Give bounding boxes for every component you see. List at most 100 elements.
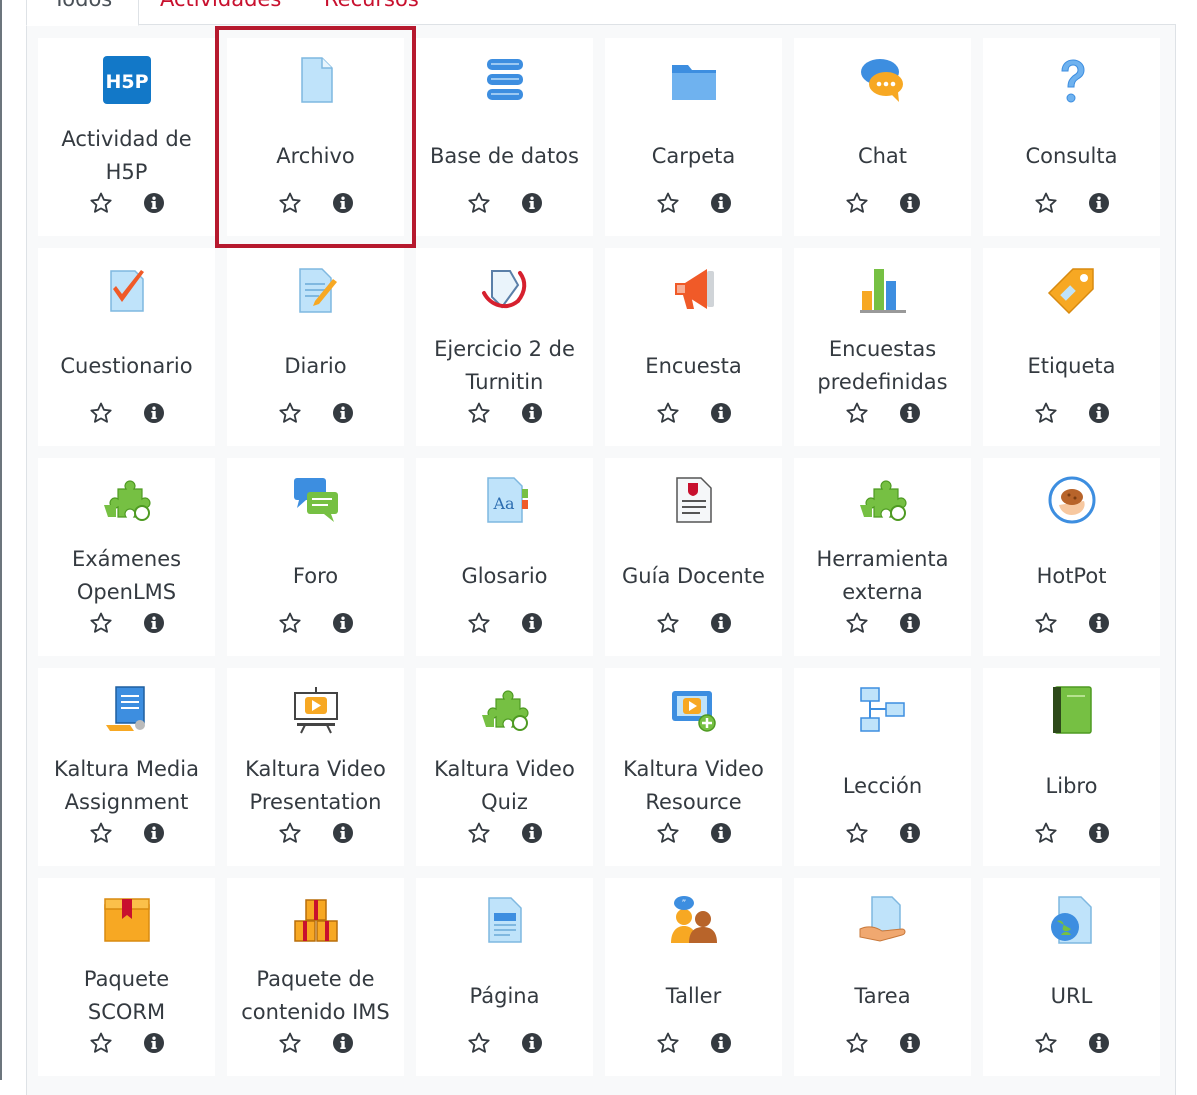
star-icon[interactable] [656,821,680,845]
star-icon[interactable] [89,191,113,215]
info-icon[interactable] [1089,1033,1109,1053]
info-icon[interactable] [522,1033,542,1053]
star-icon[interactable] [845,821,869,845]
module-card-encuestas-predefinidas[interactable]: Encuestas predefinidas [794,248,971,446]
star-icon[interactable] [278,1031,302,1055]
info-icon[interactable] [711,823,731,843]
module-actions [38,191,215,219]
module-card-glosario[interactable]: Aa Glosario [416,458,593,656]
star-icon[interactable] [467,401,491,425]
info-icon[interactable] [333,823,353,843]
star-icon[interactable] [1034,821,1058,845]
info-icon[interactable] [522,193,542,213]
video-resource-icon [669,685,719,735]
info-icon[interactable] [333,193,353,213]
star-icon[interactable] [656,401,680,425]
module-card-pagina[interactable]: Página [416,878,593,1076]
star-icon[interactable] [656,1031,680,1055]
star-icon[interactable] [467,611,491,635]
info-icon[interactable] [144,1033,164,1053]
info-icon[interactable] [144,403,164,423]
info-icon[interactable] [711,403,731,423]
info-icon[interactable] [900,823,920,843]
star-icon[interactable] [845,401,869,425]
info-icon[interactable] [900,613,920,633]
info-icon[interactable] [900,403,920,423]
star-icon[interactable] [278,821,302,845]
module-card-diario[interactable]: Diario [227,248,404,446]
module-card-carpeta[interactable]: Carpeta [605,38,782,236]
module-card-libro[interactable]: Libro [983,668,1160,866]
info-icon[interactable] [333,403,353,423]
star-icon[interactable] [89,821,113,845]
module-card-leccion[interactable]: Lección [794,668,971,866]
tab-recursos[interactable]: Recursos [324,0,419,14]
info-icon[interactable] [522,823,542,843]
module-card-archivo[interactable]: Archivo [215,26,416,248]
info-icon[interactable] [1089,613,1109,633]
module-card-kaltura-media-assignment[interactable]: Kaltura Media Assignment [38,668,215,866]
info-icon[interactable] [144,613,164,633]
info-icon[interactable] [333,1033,353,1053]
module-card-consulta[interactable]: Consulta [983,38,1160,236]
module-card-kaltura-video-quiz[interactable]: Kaltura Video Quiz [416,668,593,866]
star-icon[interactable] [467,1031,491,1055]
star-icon[interactable] [845,1031,869,1055]
star-icon[interactable] [278,191,302,215]
info-icon[interactable] [333,613,353,633]
module-card-guia-docente[interactable]: Guía Docente [605,458,782,656]
star-icon[interactable] [467,821,491,845]
star-icon[interactable] [845,191,869,215]
module-card-hotpot[interactable]: HotPot [983,458,1160,656]
info-icon[interactable] [1089,823,1109,843]
star-icon[interactable] [278,401,302,425]
module-card-etiqueta[interactable]: Etiqueta [983,248,1160,446]
puzzle-icon [102,475,152,525]
module-card-kaltura-video-presentation[interactable]: Kaltura Video Presentation [227,668,404,866]
star-icon[interactable] [845,611,869,635]
info-icon[interactable] [900,193,920,213]
tab-todos[interactable]: Todos [26,0,140,26]
module-card-tarea[interactable]: Tarea [794,878,971,1076]
star-icon[interactable] [656,191,680,215]
module-label: Diario [284,353,347,378]
star-icon[interactable] [467,191,491,215]
module-card-actividad-de-h5p[interactable]: H5P Actividad de H5P [38,38,215,236]
module-card-chat[interactable]: Chat [794,38,971,236]
info-icon[interactable] [900,1033,920,1053]
module-card-paquete-scorm[interactable]: Paquete SCORM [38,878,215,1076]
info-icon[interactable] [144,823,164,843]
module-card-foro[interactable]: Foro [227,458,404,656]
star-icon[interactable] [1034,191,1058,215]
star-icon[interactable] [656,611,680,635]
module-card-cuestionario[interactable]: Cuestionario [38,248,215,446]
star-icon[interactable] [89,611,113,635]
info-icon[interactable] [522,613,542,633]
database-icon [480,55,530,105]
star-icon[interactable] [278,611,302,635]
info-icon[interactable] [522,403,542,423]
module-card-url[interactable]: URL [983,878,1160,1076]
star-icon[interactable] [1034,401,1058,425]
module-card-examenes-openlms[interactable]: Exámenes OpenLMS [38,458,215,656]
star-icon[interactable] [89,401,113,425]
info-icon[interactable] [1089,193,1109,213]
star-icon[interactable] [1034,1031,1058,1055]
module-card-kaltura-video-resource[interactable]: Kaltura Video Resource [605,668,782,866]
tab-actividades[interactable]: Actividades [160,0,281,14]
module-card-ejercicio-2-de-turnitin[interactable]: Ejercicio 2 de Turnitin [416,248,593,446]
info-icon[interactable] [144,193,164,213]
info-icon[interactable] [711,193,731,213]
info-icon[interactable] [711,613,731,633]
media-assignment-icon [102,685,152,735]
info-icon[interactable] [711,1033,731,1053]
book-icon [1047,685,1097,735]
module-card-herramienta-externa[interactable]: Herramienta externa [794,458,971,656]
star-icon[interactable] [1034,611,1058,635]
module-card-encuesta[interactable]: Encuesta [605,248,782,446]
module-card-paquete-de-contenido-ims[interactable]: Paquete de contenido IMS [227,878,404,1076]
module-card-base-de-datos[interactable]: Base de datos [416,38,593,236]
module-card-taller[interactable]: ” Taller [605,878,782,1076]
star-icon[interactable] [89,1031,113,1055]
info-icon[interactable] [1089,403,1109,423]
